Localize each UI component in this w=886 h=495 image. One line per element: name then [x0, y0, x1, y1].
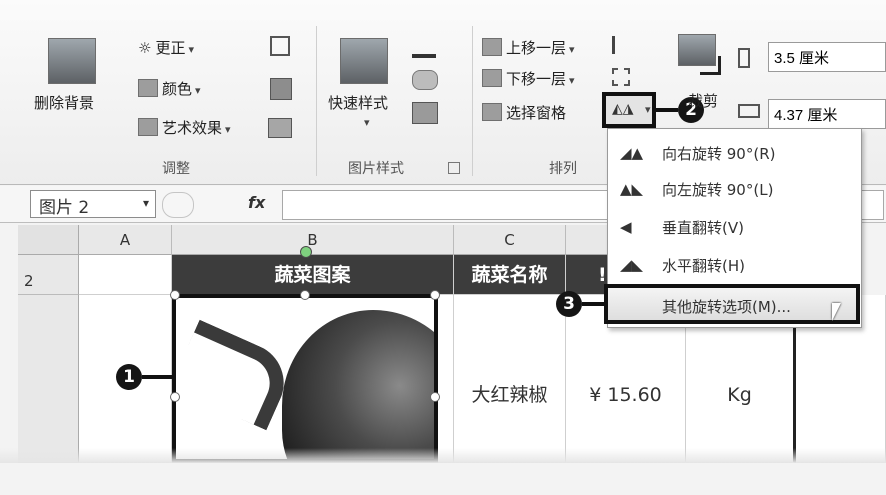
resize-handle-top-right[interactable] — [430, 290, 440, 300]
menu-item-rotate-right[interactable]: ◢▲ 向右旋转 90°(R) — [608, 135, 861, 171]
group-separator — [472, 26, 473, 176]
height-icon — [738, 48, 750, 68]
adjust-group-label: 调整 — [162, 161, 190, 177]
name-box[interactable]: 图片 2 ▾ — [30, 190, 156, 218]
selection-pane-icon — [482, 103, 502, 121]
resize-handle-left[interactable] — [170, 392, 180, 402]
corrections-button[interactable]: ☼ 更正 ▾ — [138, 37, 194, 58]
picture-border-icon[interactable] — [412, 34, 436, 58]
picture-layout-icon[interactable] — [412, 102, 438, 124]
chevron-down-icon: ▾ — [188, 43, 194, 56]
menu-item-more-rotation-options[interactable]: 其他旋转选项(M)... — [604, 284, 860, 324]
row-header-2[interactable]: 2 — [18, 255, 79, 295]
artistic-effects-icon — [138, 118, 158, 136]
mouse-cursor-icon — [832, 303, 841, 321]
width-field[interactable] — [768, 99, 886, 129]
callout-line — [656, 108, 678, 112]
height-field[interactable] — [768, 42, 886, 72]
quick-styles-icon[interactable] — [340, 38, 388, 84]
pepper-image — [282, 310, 434, 459]
reset-picture-icon[interactable] — [268, 118, 292, 138]
sun-icon: ☼ — [138, 39, 152, 57]
align-icon[interactable] — [612, 36, 633, 54]
remove-background-icon[interactable] — [48, 38, 96, 84]
column-header-b[interactable]: B — [172, 225, 454, 255]
callout-line — [582, 302, 604, 306]
menu-item-flip-vertical[interactable]: ◀ 垂直翻转(V) — [608, 209, 861, 245]
bottom-fade — [0, 448, 886, 463]
chevron-down-icon: ▾ — [569, 74, 575, 87]
header-cell-name[interactable]: 蔬菜名称 — [454, 255, 566, 295]
change-picture-icon[interactable] — [270, 78, 292, 100]
color-button[interactable]: 颜色 ▾ — [138, 78, 201, 99]
insert-function-button[interactable]: fx — [248, 193, 265, 212]
formula-bar-resize-icon — [162, 192, 194, 218]
callout-line — [142, 375, 172, 379]
pepper-stem — [176, 319, 297, 431]
crop-corner-icon — [700, 56, 721, 75]
row-header-3[interactable] — [18, 295, 79, 463]
cell-a2[interactable] — [79, 255, 172, 295]
callout-badge-3: 3 — [556, 291, 582, 317]
cell-vegetable-name[interactable]: 大红辣椒 — [454, 295, 566, 463]
resize-handle-top-left[interactable] — [170, 290, 180, 300]
crop-button[interactable]: 裁剪 — [688, 90, 718, 111]
send-backward-button[interactable]: 下移一层 ▾ — [482, 68, 575, 89]
chevron-down-icon: ▾ — [569, 43, 575, 56]
callout-badge-1: 1 — [116, 364, 142, 390]
rotate-right-icon: ◢▲ — [620, 144, 644, 162]
bring-forward-icon — [482, 38, 502, 56]
compress-pictures-icon[interactable] — [270, 36, 290, 56]
send-backward-icon — [482, 69, 502, 87]
bring-forward-button[interactable]: 上移一层 ▾ — [482, 37, 575, 58]
chevron-down-icon: ▾ — [142, 196, 149, 210]
group-separator — [316, 26, 317, 176]
rotate-left-icon: ▲◣ — [620, 180, 644, 198]
chevron-down-icon: ▾ — [645, 103, 651, 116]
arrange-group-label: 排列 — [549, 161, 577, 177]
dialog-launcher-icon[interactable] — [448, 162, 460, 174]
chevron-down-icon: ▾ — [195, 84, 201, 97]
flip-vertical-icon: ◀ — [620, 218, 632, 236]
menu-item-flip-horizontal[interactable]: ◢◣ 水平翻转(H) — [608, 247, 861, 283]
chevron-down-icon: ▾ — [364, 116, 370, 129]
rotate-button[interactable]: ◭◮ ▾ — [602, 92, 656, 128]
width-icon — [738, 104, 760, 118]
picture-styles-group-label: 图片样式 — [348, 161, 404, 177]
header-cell-pattern[interactable]: 蔬菜图案 — [172, 255, 454, 295]
resize-handle-top[interactable] — [300, 290, 310, 300]
resize-handle-right[interactable] — [430, 392, 440, 402]
chevron-down-icon: ▾ — [225, 123, 231, 136]
color-icon — [138, 79, 158, 97]
rotate-icon: ◭◮ — [612, 101, 634, 117]
selection-pane-button[interactable]: 选择窗格 — [482, 102, 566, 123]
remove-background-button[interactable]: 删除背景 — [34, 92, 94, 113]
menu-item-rotate-left[interactable]: ▲◣ 向左旋转 90°(L) — [608, 171, 861, 207]
pepper-picture[interactable] — [172, 294, 438, 463]
column-header-c[interactable]: C — [454, 225, 566, 255]
quick-styles-button[interactable]: 快速样式 — [328, 92, 388, 113]
artistic-effects-button[interactable]: 艺术效果 ▾ — [138, 117, 231, 138]
flip-horizontal-icon: ◢◣ — [620, 256, 644, 274]
picture-effects-icon[interactable] — [412, 70, 438, 90]
group-objects-icon[interactable] — [612, 68, 630, 86]
rotation-handle[interactable] — [300, 246, 312, 258]
select-all-corner[interactable] — [18, 225, 79, 255]
column-header-a[interactable]: A — [79, 225, 172, 255]
